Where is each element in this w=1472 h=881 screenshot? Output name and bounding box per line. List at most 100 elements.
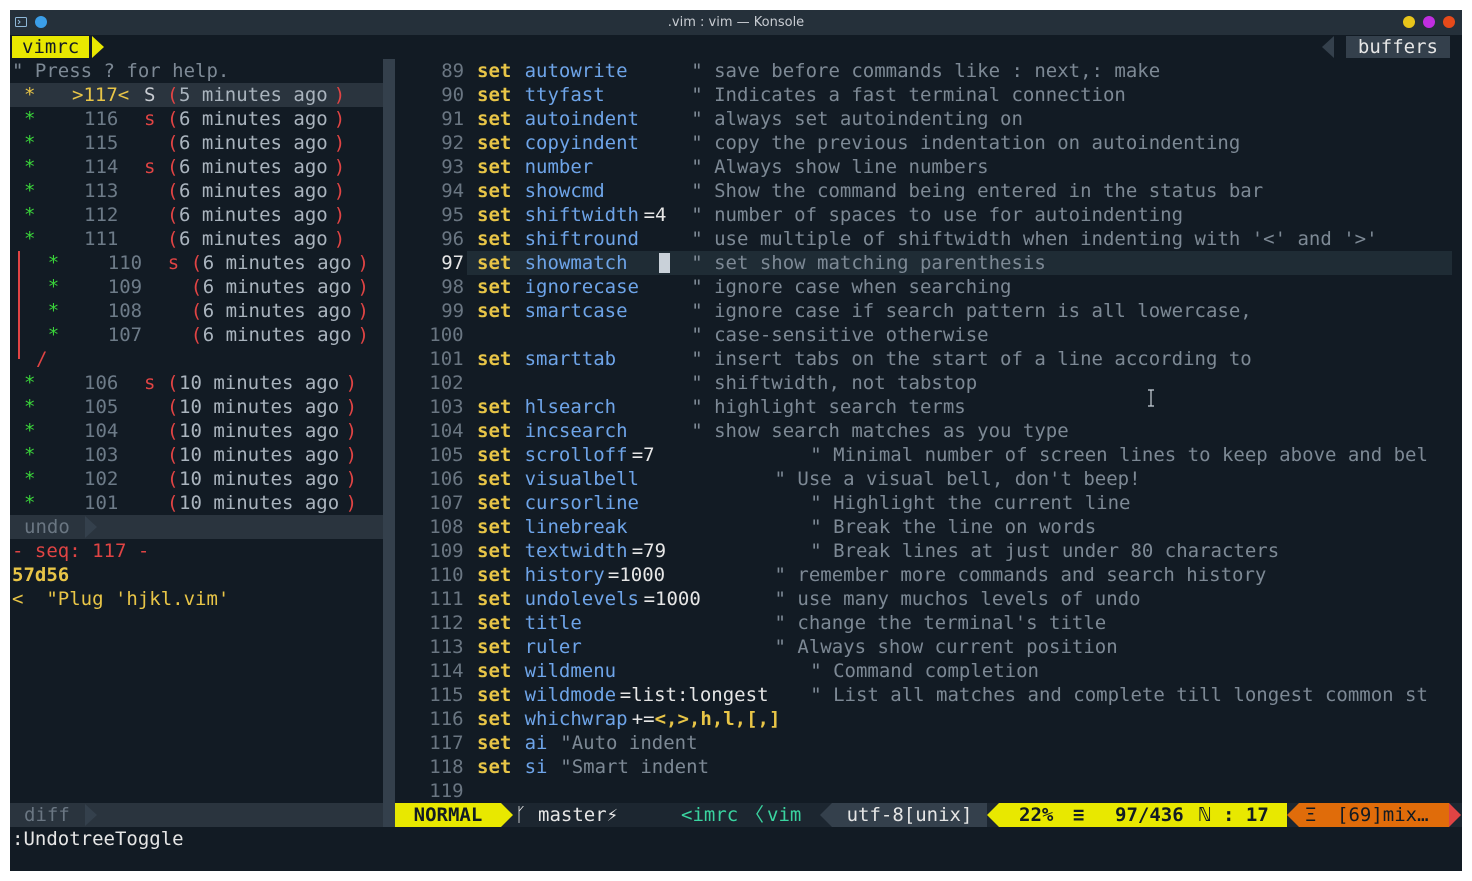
tab-buffers[interactable]: buffers (1345, 36, 1450, 58)
undo-flag: S (144, 84, 156, 106)
separator-icon: 〈 (745, 804, 765, 826)
undo-entry[interactable]: * 108 (6 minutes ago) (10, 299, 383, 323)
undo-time: 10 minutes ago (179, 372, 340, 394)
set-keyword: set (477, 516, 512, 538)
line-number: 119 (429, 780, 464, 802)
undo-entry[interactable]: * 107 (6 minutes ago) (10, 323, 383, 347)
code-line[interactable]: 107 set cursorline " Highlight the current … (395, 491, 1462, 515)
undo-entry[interactable]: * 101 (10 minutes ago) (10, 491, 383, 515)
code-line[interactable]: 106 set visualbell " Use a visual bell, don… (395, 467, 1462, 491)
code-line[interactable]: 90 set ttyfast " Indicates a fast terminal … (395, 83, 1462, 107)
undo-time: 10 minutes ago (179, 492, 340, 514)
command-line[interactable]: :UndotreeToggle (10, 827, 1462, 851)
undo-entry[interactable]: * 116 s (6 minutes ago) (10, 107, 383, 131)
comment: " number of spaces to use for autoindent… (691, 204, 1184, 226)
undo-time: 10 minutes ago (179, 468, 340, 490)
option-name: copyindent (524, 132, 639, 154)
undo-entry[interactable]: * 114 s (6 minutes ago) (10, 155, 383, 179)
set-keyword: set (477, 156, 512, 178)
line-number: 93 (441, 156, 465, 178)
paren-open: ( (167, 132, 179, 154)
code-line[interactable]: 89 set autowrite " save before commands lik… (395, 59, 1462, 83)
code-line[interactable]: 111 set undolevels =1000 " use many muchos l… (395, 587, 1462, 611)
editor-pane[interactable]: 89 set autowrite " save before commands lik… (395, 59, 1462, 803)
paren-open: ( (167, 84, 179, 106)
paren-open: ( (167, 444, 179, 466)
undo-entry[interactable]: * 115 (6 minutes ago) (10, 131, 383, 155)
code-line[interactable]: 94 set showcmd " Show the command being ent… (395, 179, 1462, 203)
option-name: ignorecase (524, 276, 639, 298)
code-line[interactable]: 104 set incsearch " show search matches as … (395, 419, 1462, 443)
comment: " show search matches as you type (691, 420, 1069, 442)
undo-entry[interactable]: * 111 (6 minutes ago) (10, 227, 383, 251)
terminal-area[interactable]: vimrc buffers " Press ? for help. * >117<… (10, 35, 1462, 871)
code-line[interactable]: 97 set showmatch " set show matching parent… (395, 251, 1462, 275)
undo-entry[interactable]: * 110 s (6 minutes ago) (10, 251, 383, 275)
comment: " Always show current position (774, 636, 1118, 658)
set-keyword: set (477, 492, 512, 514)
code-line[interactable]: 113 set ruler " Always show current positio… (395, 635, 1462, 659)
undo-seq: 114 (84, 156, 119, 178)
set-keyword: set (477, 540, 512, 562)
line-number: 94 (441, 180, 465, 202)
line-number: 97 (441, 252, 465, 274)
comment: " case-sensitive otherwise (691, 324, 989, 346)
undo-entry[interactable]: * 106 s (10 minutes ago) (10, 371, 383, 395)
warnings-text: [69]mix… (1337, 804, 1429, 826)
set-keyword: set (477, 444, 512, 466)
line-number: 101 (429, 348, 464, 370)
code-line[interactable]: 108 set linebreak " Break the line on words (395, 515, 1462, 539)
code-line[interactable]: 102 " shiftwidth, not tabstop (395, 371, 1462, 395)
undo-entry[interactable]: * 109 (6 minutes ago) (10, 275, 383, 299)
paren-close: ) (357, 276, 369, 298)
close-button[interactable] (1443, 16, 1455, 28)
code-line[interactable]: 110 set history =1000 " remember more comman… (395, 563, 1462, 587)
code-line[interactable]: 119 (395, 779, 1462, 803)
undo-entry[interactable]: * 104 (10 minutes ago) (10, 419, 383, 443)
code-line[interactable]: 101 set smarttab " insert tabs on the start… (395, 347, 1462, 371)
paren-close: ) (345, 444, 358, 466)
undo-time: 6 minutes ago (179, 204, 328, 226)
code-line[interactable]: 91 set autoindent " always set autoindentin… (395, 107, 1462, 131)
undo-entry[interactable]: * 103 (10 minutes ago) (10, 443, 383, 467)
code-line[interactable]: 95 set shiftwidth =4 " number of spaces to u… (395, 203, 1462, 227)
code-line[interactable]: 105 set scrolloff =7 " Minimal number of scr… (395, 443, 1462, 467)
undo-entry[interactable]: * 112 (6 minutes ago) (10, 203, 383, 227)
maximize-button[interactable] (1423, 16, 1435, 28)
code-line[interactable]: 112 set title " change the terminal's title (395, 611, 1462, 635)
code-line[interactable]: 93 set number " Always show line numbers (395, 155, 1462, 179)
code-line[interactable]: 99 set smartcase " ignore case if search pa… (395, 299, 1462, 323)
diff-hunk: 57d56 (12, 564, 70, 586)
code-line[interactable]: 96 set shiftround " use multiple of shiftwi… (395, 227, 1462, 251)
code-line[interactable]: 98 set ignorecase " ignore case when search… (395, 275, 1462, 299)
undotree-pane[interactable]: " Press ? for help. * >117< S (5 minutes ag… (10, 59, 383, 803)
set-keyword: set (477, 108, 512, 130)
undo-seq: 104 (84, 420, 119, 442)
code-line[interactable]: 109 set textwidth =79 " Break lines at just … (395, 539, 1462, 563)
code-line[interactable]: 92 set copyindent " copy the previous inden… (395, 131, 1462, 155)
branch-line (18, 299, 20, 323)
split-divider[interactable] (383, 59, 395, 827)
undo-time: 5 minutes ago (179, 84, 328, 106)
option-name: wildmode (524, 684, 617, 706)
undo-entry[interactable]: * 105 (10 minutes ago) (10, 395, 383, 419)
code-line[interactable]: 100 " case-sensitive otherwise (395, 323, 1462, 347)
minimize-button[interactable] (1403, 16, 1415, 28)
code-line[interactable]: 114 set wildmenu " Command completion (395, 659, 1462, 683)
code-line[interactable]: 118 set si "Smart indent (395, 755, 1462, 779)
code-line[interactable]: 115 set wildmode =list:longest " List all ma… (395, 683, 1462, 707)
code-line[interactable]: 116 set whichwrap +=<,>,h,l,[,] (395, 707, 1462, 731)
line-number: 91 (441, 108, 465, 130)
paren-close: ) (345, 468, 358, 490)
undo-star: * (47, 276, 60, 298)
code-line[interactable]: 103 set hlsearch " highlight search terms (395, 395, 1462, 419)
tab-vimrc[interactable]: vimrc (12, 36, 90, 58)
branch-icon: ᚴ (515, 804, 527, 826)
undo-entry[interactable]: * >117< S (5 minutes ago) (10, 83, 383, 107)
window-title: .vim : vim — Konsole (667, 15, 805, 30)
paren-close: ) (345, 396, 358, 418)
code-line[interactable]: 117 set ai "Auto indent (395, 731, 1462, 755)
undo-entry[interactable]: * 113 (6 minutes ago) (10, 179, 383, 203)
undo-entry[interactable]: * 102 (10 minutes ago) (10, 467, 383, 491)
undotree-help: " Press ? for help. (12, 60, 230, 82)
